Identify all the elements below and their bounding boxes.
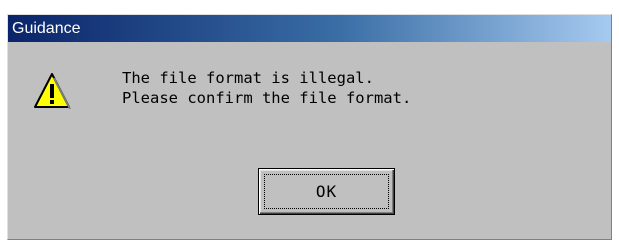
- dialog-title: Guidance: [12, 19, 81, 37]
- message-text: The file format is illegal. Please confi…: [122, 68, 411, 108]
- warning-icon: [34, 73, 71, 109]
- message-line-2: Please confirm the file format.: [122, 89, 412, 107]
- ok-button[interactable]: OK: [258, 168, 395, 215]
- message-line-1: The file format is illegal.: [122, 69, 374, 87]
- focus-rectangle: OK: [264, 174, 389, 209]
- title-bar[interactable]: Guidance: [8, 15, 611, 42]
- ok-button-label: OK: [315, 182, 338, 201]
- guidance-dialog: Guidance The file format is illegal. Ple…: [7, 14, 612, 240]
